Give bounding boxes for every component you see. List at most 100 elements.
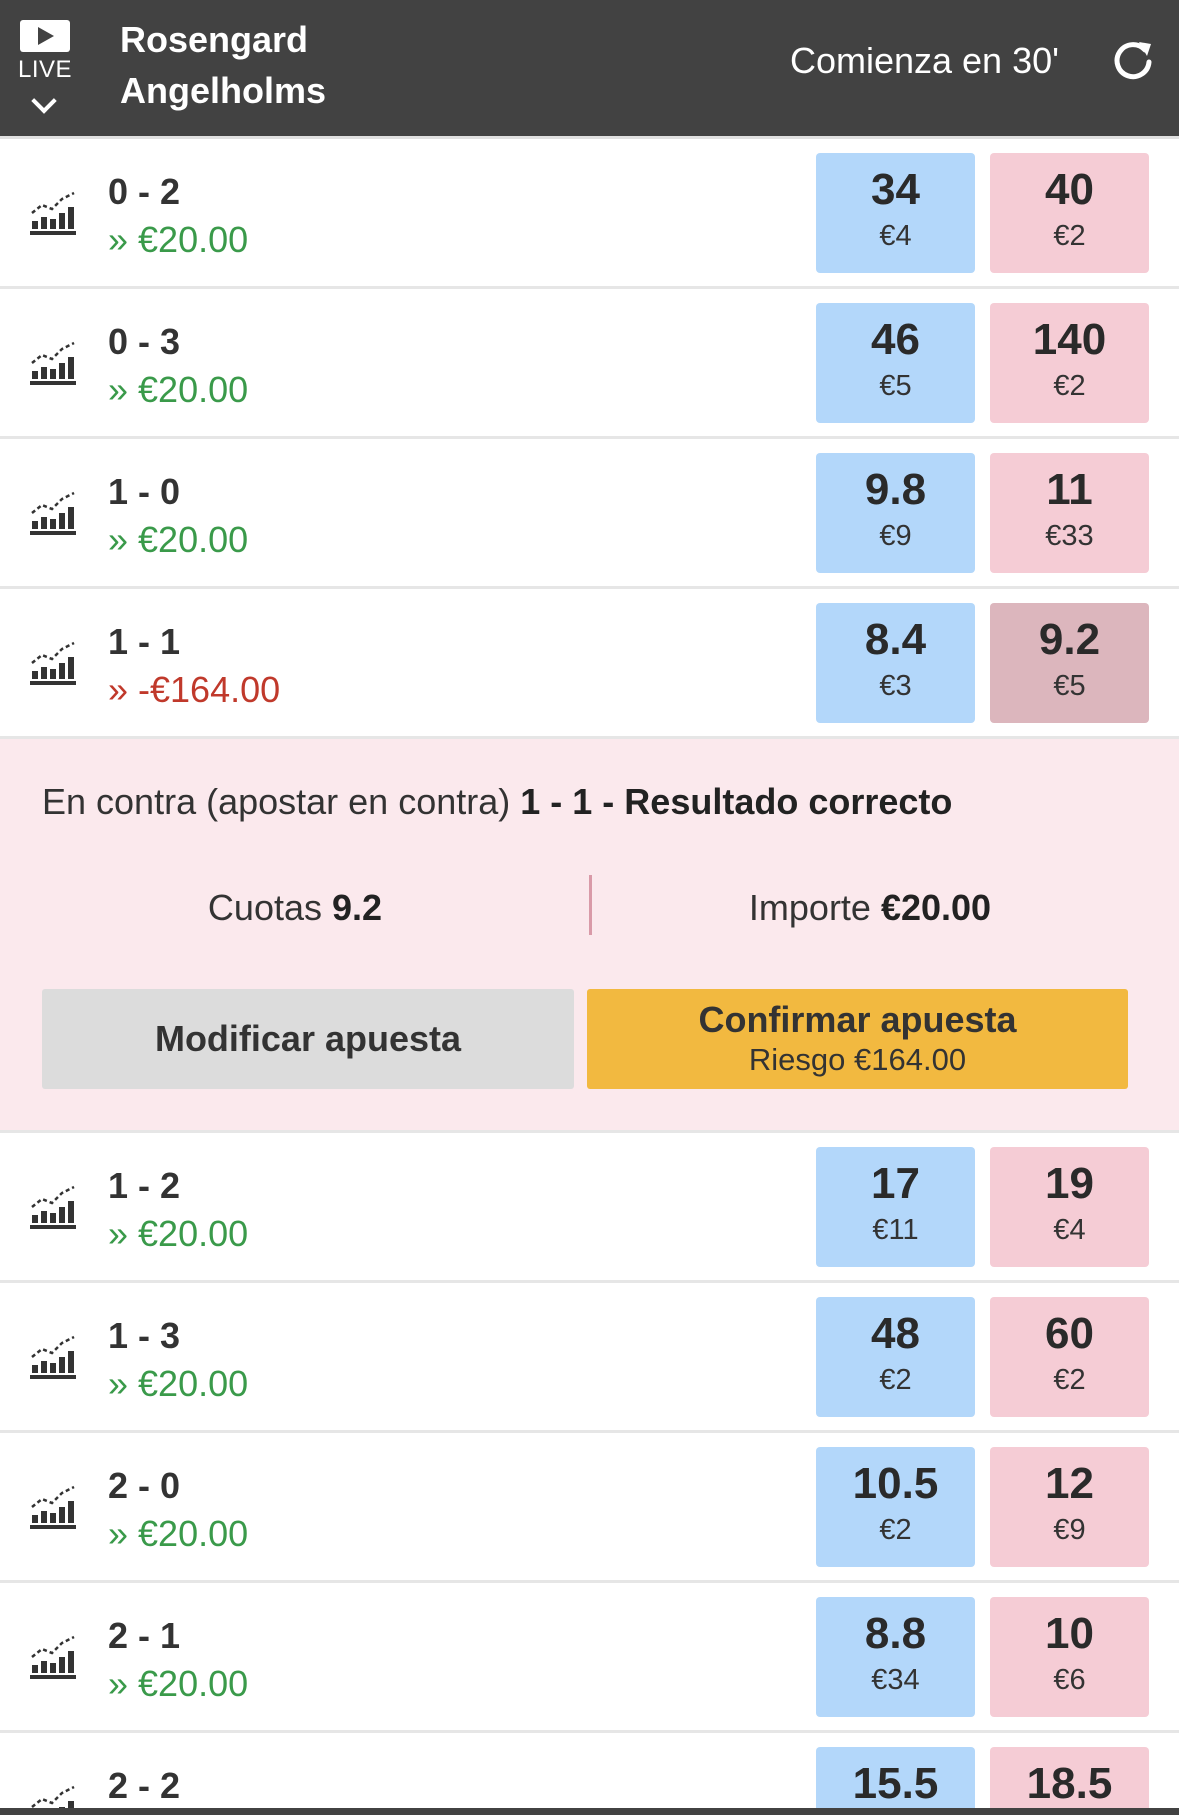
back-price: 10.5 — [852, 1459, 939, 1508]
back-price: 46 — [871, 315, 920, 364]
lay-size: €4 — [1053, 1214, 1086, 1246]
back-odds-button[interactable]: 17 €11 — [816, 1147, 975, 1267]
back-price: 9.8 — [864, 465, 927, 514]
lay-size: €5 — [1053, 670, 1086, 702]
back-size: €2 — [879, 1514, 912, 1546]
bet-slip-title: En contra (apostar en contra) 1 - 1 - Re… — [42, 781, 952, 823]
live-label: LIVE — [18, 56, 73, 83]
market-chart-icon[interactable] — [28, 1481, 80, 1533]
market-chart-icon[interactable] — [28, 1181, 80, 1233]
confirm-bet-button[interactable]: Confirmar apuesta Riesgo €164.00 — [587, 989, 1128, 1089]
event-teams: Rosengard Angelholms — [120, 14, 326, 116]
market-row: 2 - 0» €20.00 10.5 €2 12 €9 — [0, 1430, 1179, 1580]
lay-odds-button[interactable]: 60 €2 — [990, 1297, 1149, 1417]
team-home: Rosengard — [120, 19, 309, 60]
lay-price: 9.2 — [1038, 615, 1101, 664]
back-size: €3 — [879, 670, 912, 702]
profit-loss: » €20.00 — [108, 1513, 249, 1554]
score-label: 1 - 1 — [108, 621, 181, 662]
market-chart-icon[interactable] — [28, 187, 80, 239]
refresh-icon[interactable] — [1109, 36, 1157, 84]
lay-size: €6 — [1053, 1664, 1086, 1696]
score-label: 2 - 1 — [108, 1615, 181, 1656]
back-price: 15.5 — [852, 1759, 939, 1808]
back-size: €2 — [879, 1364, 912, 1396]
lay-price: 60 — [1045, 1309, 1094, 1358]
profit-loss: » €20.00 — [108, 369, 249, 410]
profit-loss: » €20.00 — [108, 1363, 249, 1404]
market-chart-icon[interactable] — [28, 1631, 80, 1683]
lay-size: €9 — [1053, 1514, 1086, 1546]
profit-loss: » €20.00 — [108, 1213, 249, 1254]
lay-odds-button[interactable]: 18.5 — [990, 1747, 1149, 1815]
event-header: LIVE Rosengard Angelholms Comienza en 30… — [0, 0, 1179, 136]
lay-size: €33 — [1045, 520, 1094, 552]
back-odds-button[interactable]: 10.5 €2 — [816, 1447, 975, 1567]
profit-loss: » €20.00 — [108, 1663, 249, 1704]
score-label: 2 - 2 — [108, 1765, 181, 1806]
score-label: 2 - 0 — [108, 1465, 181, 1506]
market-row: 2 - 2 15.5 18.5 — [0, 1730, 1179, 1815]
lay-price: 18.5 — [1026, 1759, 1113, 1808]
back-price: 34 — [871, 165, 920, 214]
market-row: 0 - 3» €20.00 46 €5 140 €2 — [0, 286, 1179, 436]
lay-odds-button[interactable]: 40 €2 — [990, 153, 1149, 273]
back-price: 8.4 — [864, 615, 927, 664]
lay-price: 12 — [1045, 1459, 1094, 1508]
market-list: 0 - 2» €20.00 34 €4 40 €2 0 - 3» €20.00 46 €5 14… — [0, 136, 1179, 1815]
start-countdown: Comienza en 30' — [789, 40, 1059, 81]
market-row: 2 - 1» €20.00 8.8 €34 10 €6 — [0, 1580, 1179, 1730]
bottom-bar — [0, 1808, 1179, 1815]
market-chart-icon[interactable] — [28, 1331, 80, 1383]
lay-price: 19 — [1045, 1159, 1094, 1208]
back-size: €9 — [879, 520, 912, 552]
lay-odds-button[interactable]: 10 €6 — [990, 1597, 1149, 1717]
lay-odds-button[interactable]: 11 €33 — [990, 453, 1149, 573]
lay-price: 140 — [1032, 315, 1107, 364]
back-odds-button[interactable]: 48 €2 — [816, 1297, 975, 1417]
lay-odds-button[interactable]: 9.2 €5 — [990, 603, 1149, 723]
lay-odds-button[interactable]: 140 €2 — [990, 303, 1149, 423]
back-odds-button[interactable]: 8.4 €3 — [816, 603, 975, 723]
back-size: €4 — [879, 220, 912, 252]
market-row: 1 - 2» €20.00 17 €11 19 €4 — [0, 1130, 1179, 1280]
confirm-label: Confirmar apuesta — [698, 999, 1017, 1040]
score-label: 1 - 0 — [108, 471, 181, 512]
lay-size: €2 — [1053, 370, 1086, 402]
score-label: 0 - 2 — [108, 171, 181, 212]
lay-price: 10 — [1045, 1609, 1094, 1658]
team-away: Angelholms — [120, 70, 327, 111]
modify-bet-button[interactable]: Modificar apuesta — [42, 989, 574, 1089]
odds-label: Cuotas — [207, 887, 322, 928]
back-size: €11 — [872, 1214, 919, 1246]
bet-slip: En contra (apostar en contra) 1 - 1 - Re… — [0, 736, 1179, 1130]
bet-type: En contra (apostar en contra) — [42, 781, 511, 822]
market-chart-icon[interactable] — [28, 487, 80, 539]
lay-odds-button[interactable]: 12 €9 — [990, 1447, 1149, 1567]
profit-loss: » €20.00 — [108, 219, 249, 260]
back-odds-button[interactable]: 15.5 — [816, 1747, 975, 1815]
score-label: 0 - 3 — [108, 321, 181, 362]
market-chart-icon[interactable] — [28, 337, 80, 389]
lay-size: €2 — [1053, 1364, 1086, 1396]
score-label: 1 - 2 — [108, 1165, 181, 1206]
odds-value: 9.2 — [332, 887, 383, 928]
back-size: €5 — [879, 370, 912, 402]
amount-label: Importe — [748, 887, 871, 928]
market-row: 1 - 3» €20.00 48 €2 60 €2 — [0, 1280, 1179, 1430]
market-chart-icon[interactable] — [28, 637, 80, 689]
lay-size: €2 — [1053, 220, 1086, 252]
back-odds-button[interactable]: 8.8 €34 — [816, 1597, 975, 1717]
bet-odds: Cuotas 9.2 — [0, 887, 590, 929]
back-size: €34 — [871, 1664, 920, 1696]
bet-market: 1 - 1 - Resultado correcto — [520, 781, 953, 822]
back-odds-button[interactable]: 9.8 €9 — [816, 453, 975, 573]
live-toggle[interactable]: LIVE — [16, 18, 76, 118]
score-label: 1 - 3 — [108, 1315, 181, 1356]
confirm-risk: Riesgo €164.00 — [748, 1042, 967, 1077]
lay-odds-button[interactable]: 19 €4 — [990, 1147, 1149, 1267]
back-price: 17 — [871, 1159, 920, 1208]
market-row: 1 - 0» €20.00 9.8 €9 11 €33 — [0, 436, 1179, 586]
back-odds-button[interactable]: 46 €5 — [816, 303, 975, 423]
back-odds-button[interactable]: 34 €4 — [816, 153, 975, 273]
